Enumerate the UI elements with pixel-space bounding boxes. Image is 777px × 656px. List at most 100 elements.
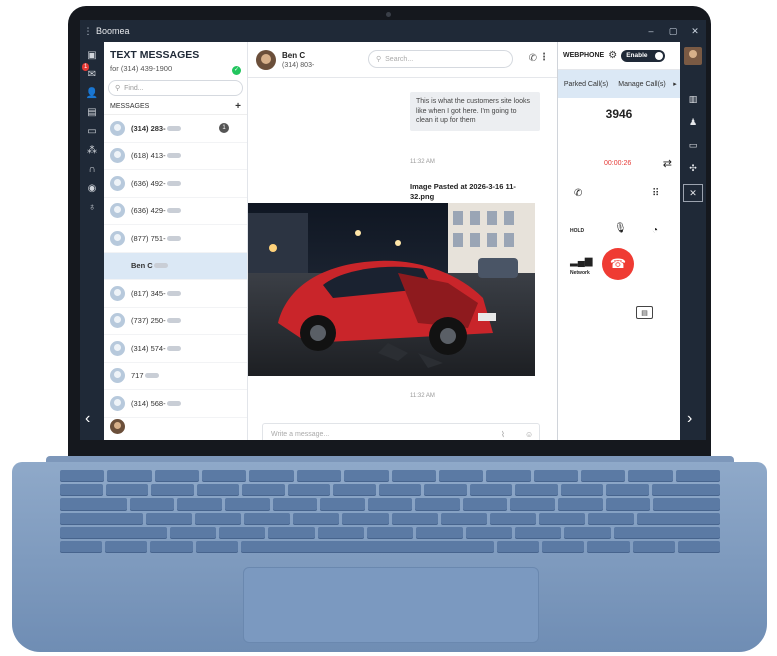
gear-icon[interactable]: ⚙ bbox=[608, 50, 617, 61]
contact-avatar-icon bbox=[110, 175, 125, 191]
status-ok-icon: ✓ bbox=[232, 66, 241, 75]
message-timestamp: 11:32 AM bbox=[410, 159, 435, 165]
messages-section-header: MESSAGES + bbox=[104, 96, 247, 115]
contacts-icon[interactable]: 👤 bbox=[85, 86, 99, 100]
contact-row[interactable]: (877) 751- bbox=[104, 225, 247, 253]
contact-row[interactable]: (314) 574- bbox=[104, 335, 247, 363]
contact-row[interactable]: (817) 345- bbox=[104, 280, 247, 308]
right-rail: ▥ ♟ ▭ ✣ ✕ › bbox=[680, 42, 706, 440]
phone-icon[interactable]: ✆ bbox=[574, 188, 582, 199]
directory-icon[interactable]: ▤ bbox=[85, 105, 99, 119]
voicemail-icon[interactable]: ◉ bbox=[85, 181, 99, 195]
webphone-panel: WEBPHONE ⚙ Enable Parked Call(s) Manage … bbox=[558, 42, 680, 440]
headset-icon[interactable]: ∩ bbox=[85, 162, 99, 176]
image-timestamp: 11:32 AM bbox=[410, 393, 435, 399]
microphone-icon[interactable]: ♁ bbox=[85, 200, 99, 214]
more-options-icon[interactable]: ⋮ bbox=[539, 52, 549, 63]
panel-title: TEXT MESSAGES bbox=[110, 49, 200, 61]
contact-list: (314) 283- 1 (618) 413- (636) 492- (636) 429… bbox=[104, 115, 247, 435]
find-placeholder: Find... bbox=[124, 84, 144, 92]
find-input[interactable]: ⚲ Find... bbox=[108, 80, 243, 96]
call-timer: 00:00:26 bbox=[604, 160, 632, 167]
keyboard bbox=[60, 470, 721, 553]
chat-icon[interactable]: ▣ bbox=[85, 48, 99, 62]
user-avatar[interactable] bbox=[684, 47, 702, 65]
contact-label: (737) 250- bbox=[131, 316, 166, 326]
chevron-right-icon[interactable]: › bbox=[687, 410, 692, 428]
tab-parked-calls[interactable]: Parked Call(s) bbox=[558, 70, 614, 98]
email-icon[interactable]: ▭ bbox=[85, 124, 99, 138]
network-signal-icon: ▂▄▆ bbox=[570, 256, 593, 267]
contact-row[interactable]: 717 bbox=[104, 363, 247, 390]
text-messages-icon[interactable]: ✉ 1 bbox=[82, 63, 99, 81]
contact-row[interactable]: (737) 250- bbox=[104, 308, 247, 335]
trackpad bbox=[243, 567, 539, 643]
contact-avatar-icon bbox=[110, 313, 125, 329]
toggle-label: Enable bbox=[626, 52, 648, 59]
message-bubble: This is what the customers site looks li… bbox=[410, 92, 540, 131]
contact-avatar-icon bbox=[110, 120, 125, 136]
search-icon: ⚲ bbox=[376, 56, 382, 63]
org-chart-icon[interactable]: ⁂ bbox=[85, 143, 99, 157]
contact-avatar-icon bbox=[110, 368, 125, 384]
redacted-digits bbox=[166, 125, 181, 131]
mute-icon[interactable]: 🎙 bbox=[614, 223, 627, 234]
image-caption: Image Pasted at 2026-3-16 11-32.png bbox=[410, 182, 516, 201]
attachment-icon[interactable]: ⌇ bbox=[501, 430, 505, 439]
emoji-icon[interactable]: ☺ bbox=[525, 430, 533, 439]
add-conversation-button[interactable]: + bbox=[235, 102, 241, 112]
close-panel-icon[interactable]: ✕ bbox=[683, 184, 703, 202]
close-button[interactable]: ✕ bbox=[684, 26, 706, 37]
contact-row[interactable]: (314) 283- 1 bbox=[104, 115, 247, 143]
contact-avatar-icon bbox=[110, 230, 125, 246]
phone-book-icon[interactable]: ▥ bbox=[686, 92, 700, 106]
search-icon: ⚲ bbox=[115, 85, 121, 92]
unread-badge: 1 bbox=[82, 63, 90, 71]
contact-label: (877) 751- bbox=[131, 233, 166, 243]
tab-manage-calls[interactable]: Manage Call(s) bbox=[614, 70, 670, 98]
contact-card-icon[interactable]: ▤ bbox=[636, 306, 653, 319]
contact-row[interactable]: (636) 492- bbox=[104, 170, 247, 198]
minimize-button[interactable]: – bbox=[640, 26, 662, 36]
network-label: Network bbox=[570, 270, 590, 276]
contact-label: (314) 283- bbox=[131, 123, 166, 133]
window-title: Boomea bbox=[96, 26, 130, 36]
contact-name: Ben C bbox=[282, 50, 306, 60]
webphone-tabs: Parked Call(s) Manage Call(s) ▸ bbox=[558, 70, 680, 98]
enable-toggle[interactable]: Enable bbox=[621, 49, 666, 62]
contact-row[interactable]: (314) 568- bbox=[104, 390, 247, 418]
contact-label: (817) 345- bbox=[131, 288, 166, 298]
chevron-left-icon[interactable]: ‹ bbox=[85, 410, 90, 428]
screen: ⋮ Boomea – ▢ ✕ ▣ ✉ 1 👤 ▤ ▭ ⁂ ∩ ◉ ♁ ‹ TEXT… bbox=[80, 20, 706, 440]
composer-placeholder: Write a message... bbox=[271, 430, 330, 438]
hangup-button[interactable]: ☎ bbox=[602, 248, 634, 280]
dialpad-icon[interactable]: ⠿ bbox=[652, 188, 659, 199]
conversation-header: Ben C (314) 803- ⚲ Search... ✆ ⋮ bbox=[248, 42, 557, 78]
contact-label: (636) 429- bbox=[131, 206, 166, 216]
contact-avatar-icon bbox=[110, 419, 125, 435]
pasted-image[interactable] bbox=[248, 203, 535, 376]
redacted-digits bbox=[166, 345, 181, 351]
hold-button[interactable]: HOLD bbox=[570, 228, 584, 234]
call-record-icon[interactable]: ◔ bbox=[652, 225, 658, 236]
conversation-panel: Ben C (314) 803- ⚲ Search... ✆ ⋮ This is… bbox=[248, 42, 558, 440]
contact-row[interactable]: (618) 413- bbox=[104, 143, 247, 170]
contact-row[interactable]: (636) 429- bbox=[104, 198, 247, 225]
tabs-arrow-icon[interactable]: ▸ bbox=[670, 70, 680, 98]
contact-row[interactable]: Ben C bbox=[104, 252, 247, 435]
redacted-digits bbox=[166, 153, 181, 159]
contact-avatar-icon bbox=[110, 340, 125, 356]
webcam bbox=[386, 12, 391, 17]
unread-count-badge: 1 bbox=[219, 123, 229, 134]
active-call-number: 3946 bbox=[605, 107, 633, 121]
phone-call-icon[interactable]: ✆ bbox=[529, 53, 537, 64]
app-menu-icon[interactable]: ⋮ bbox=[80, 26, 96, 37]
network-icon[interactable]: ✣ bbox=[686, 161, 700, 175]
message-input[interactable]: Write a message... ⌇ ☺ bbox=[262, 423, 540, 440]
person-icon[interactable]: ♟ bbox=[686, 115, 700, 129]
contact-avatar bbox=[256, 49, 276, 70]
conversation-search-input[interactable]: ⚲ Search... bbox=[368, 50, 513, 68]
maximize-button[interactable]: ▢ bbox=[662, 26, 684, 37]
transfer-icon[interactable]: ⇄ bbox=[663, 157, 672, 170]
id-card-icon[interactable]: ▭ bbox=[686, 138, 700, 152]
